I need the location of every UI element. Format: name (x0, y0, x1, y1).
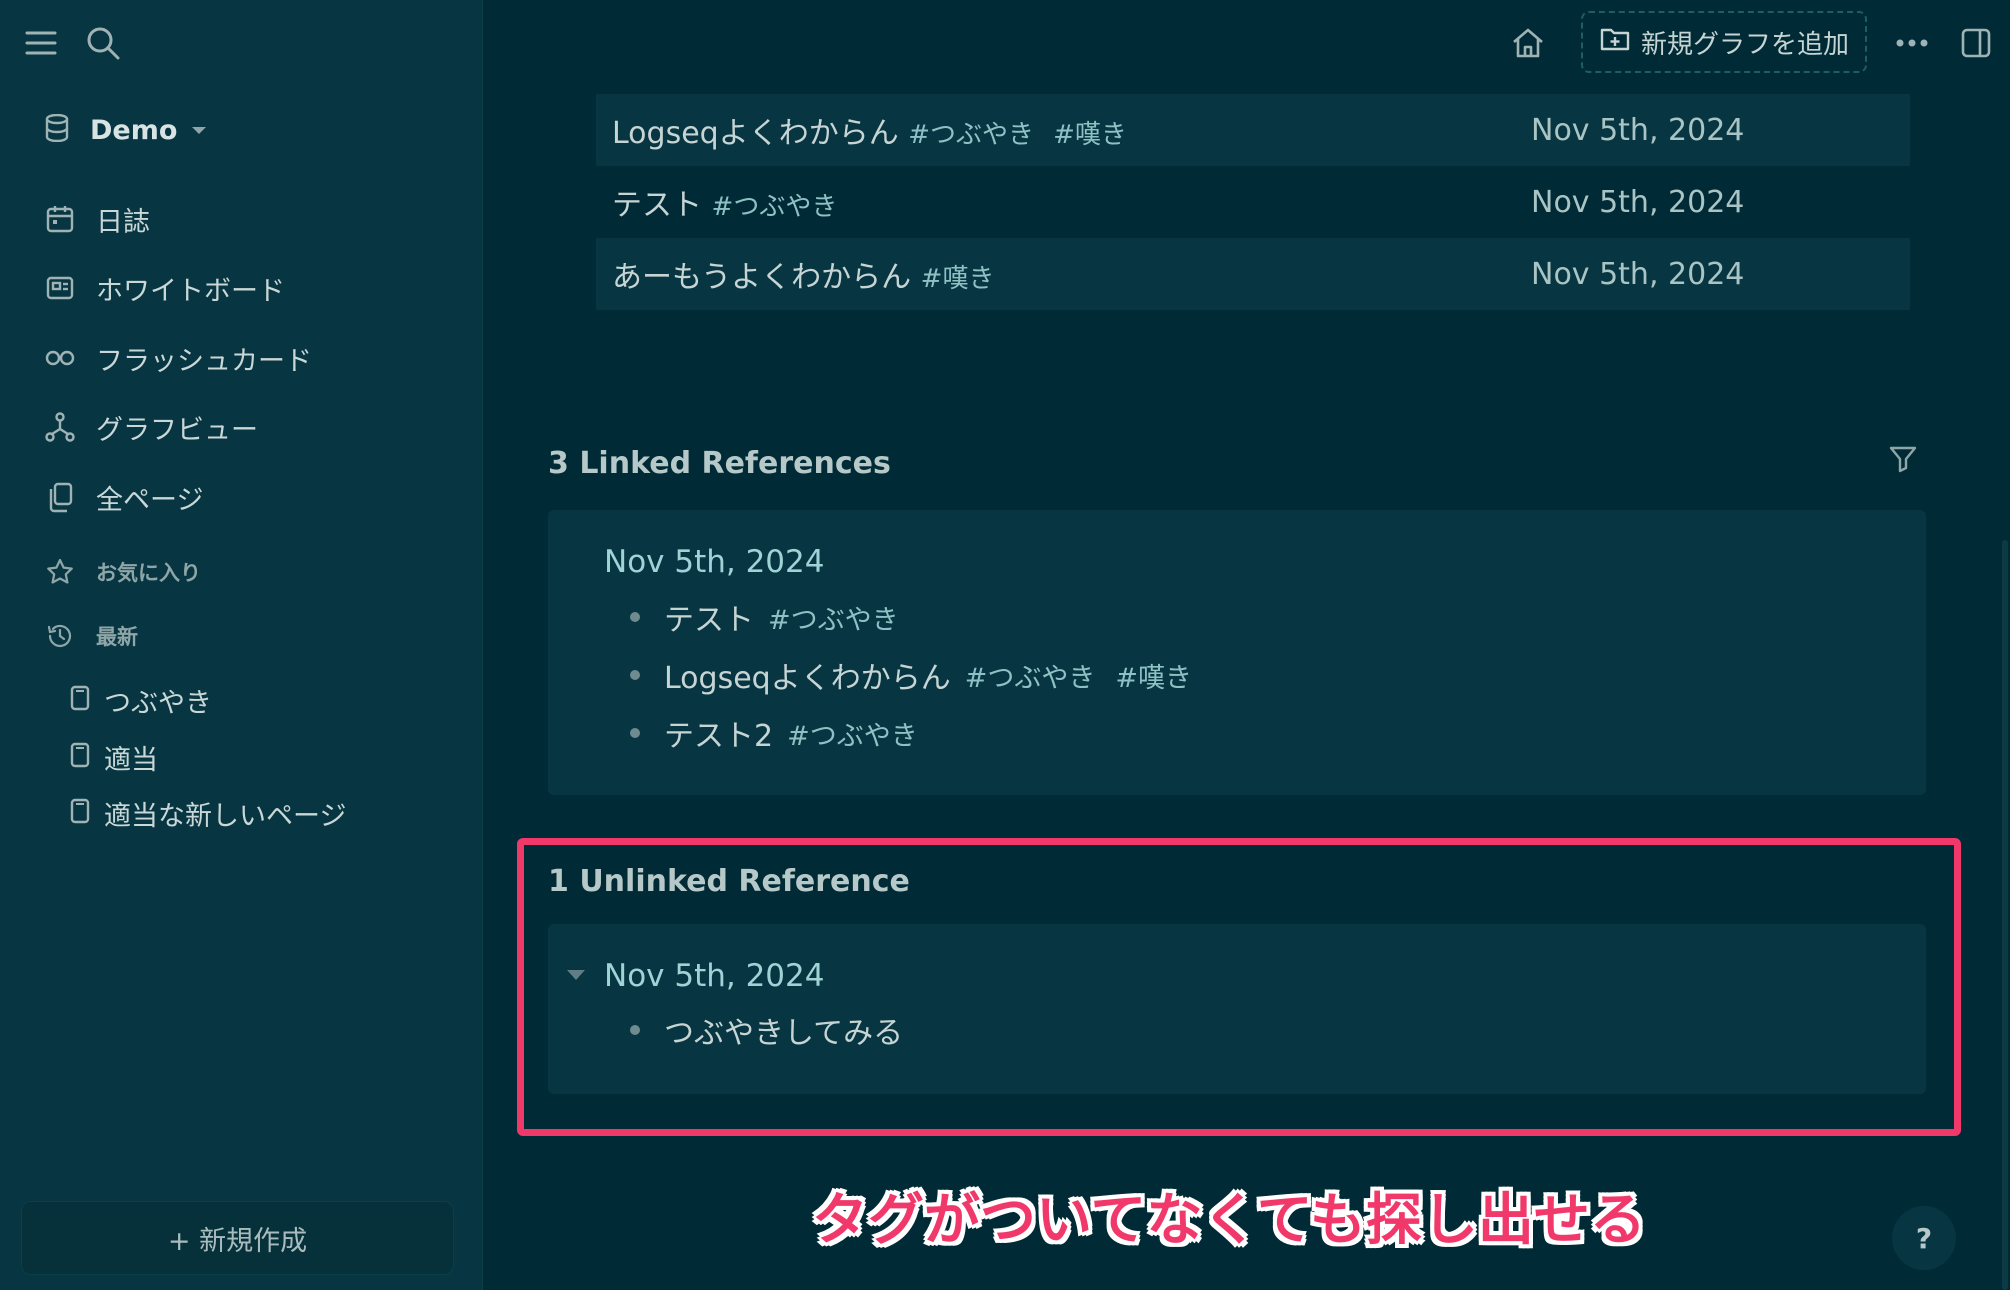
infinity-icon (40, 338, 80, 378)
table-row[interactable]: テスト #つぶやき Nov 5th, 2024 (596, 166, 1910, 238)
scrollbar[interactable] (2002, 540, 2008, 1290)
recent-page-item[interactable]: つぶやき (70, 678, 212, 722)
nav-whiteboards[interactable]: ホワイトボード (40, 263, 285, 313)
nav-label: フラッシュカード (96, 345, 312, 377)
reference-block[interactable]: テスト #つぶやき (630, 593, 899, 641)
graph-icon (40, 407, 80, 447)
tag: #嘆き (920, 264, 995, 294)
whiteboard-icon (40, 268, 80, 308)
nav-label: 全ページ (96, 484, 204, 516)
block-bullet[interactable] (630, 670, 640, 680)
new-page-button[interactable]: + 新規作成 (21, 1201, 454, 1275)
row-title: テスト #つぶやき (612, 188, 838, 223)
row-date: Nov 5th, 2024 (1531, 112, 1745, 148)
block-text: テスト2 (664, 719, 774, 754)
chevron-down-icon (191, 121, 207, 140)
nav-label: 日誌 (96, 206, 150, 238)
calendar-icon (40, 199, 80, 239)
more-icon[interactable] (1889, 20, 1935, 66)
home-icon[interactable] (1505, 20, 1551, 66)
annotation-caption: タグがついてなくても探し出せる (812, 1188, 1646, 1253)
page-icon (70, 798, 90, 828)
page-icon (70, 742, 90, 772)
database-icon (44, 113, 70, 146)
nav-label: グラフビュー (96, 414, 258, 446)
add-graph-label: 新規グラフを追加 (1640, 29, 1849, 60)
menu-icon[interactable] (20, 22, 62, 64)
pages-icon (40, 477, 80, 517)
recent-section[interactable]: 最新 (40, 616, 138, 656)
row-title: あーもうよくわからん #嘆き (612, 260, 995, 295)
folder-plus-icon (1599, 25, 1631, 60)
search-icon[interactable] (82, 22, 124, 64)
nav-flashcards[interactable]: フラッシュカード (40, 333, 312, 383)
block-text: テスト (664, 603, 754, 638)
block-text: Logseqよくわからん (664, 661, 951, 696)
right-sidebar-toggle-icon[interactable] (1953, 20, 1999, 66)
recent-page-label: 適当 (104, 744, 158, 776)
favorites-label: お気に入り (96, 561, 201, 585)
recent-label: 最新 (96, 625, 138, 649)
tag: #嘆き (1053, 120, 1127, 150)
table-row[interactable]: あーもうよくわからん #嘆き Nov 5th, 2024 (596, 238, 1910, 310)
left-sidebar: Demo 日誌 ホワイトボード フラッシュカード グラフビュー 全ページ お気に… (0, 0, 483, 1290)
graph-selector[interactable]: Demo (44, 108, 207, 152)
recent-page-label: つぶやき (104, 687, 212, 719)
tag: #つぶやき (908, 120, 1035, 150)
row-date: Nov 5th, 2024 (1531, 184, 1745, 220)
recent-page-label: 適当な新しいページ (104, 800, 347, 832)
row-title: Logseqよくわからん #つぶやき #嘆き (612, 116, 1127, 151)
tag[interactable]: #嘆き (1115, 656, 1192, 695)
tag[interactable]: #つぶやき (768, 598, 899, 637)
block-bullet[interactable] (630, 728, 640, 738)
nav-graph-view[interactable]: グラフビュー (40, 402, 258, 452)
recent-page-item[interactable]: 適当な新しいページ (70, 791, 346, 835)
highlight-frame (517, 838, 1961, 1136)
table-row[interactable]: Logseqよくわからん #つぶやき #嘆き Nov 5th, 2024 (596, 94, 1910, 166)
filter-icon[interactable] (1880, 436, 1926, 482)
help-button[interactable]: ? (1892, 1206, 1956, 1270)
reference-block[interactable]: Logseqよくわからん #つぶやき #嘆き (630, 651, 1192, 699)
reference-block[interactable]: テスト2 #つぶやき (630, 709, 918, 757)
row-date: Nov 5th, 2024 (1531, 256, 1745, 292)
linked-references-heading[interactable]: 3 Linked References (548, 446, 891, 481)
add-graph-button[interactable]: 新規グラフを追加 (1581, 11, 1867, 73)
page-icon (70, 685, 90, 715)
recent-page-item[interactable]: 適当 (70, 735, 158, 779)
favorites-section[interactable]: お気に入り (40, 552, 201, 592)
history-icon (40, 616, 80, 656)
graph-name: Demo (90, 114, 178, 146)
reference-page-link[interactable]: Nov 5th, 2024 (604, 544, 824, 580)
tag: #つぶやき (711, 192, 838, 222)
nav-journals[interactable]: 日誌 (40, 194, 150, 244)
nav-all-pages[interactable]: 全ページ (40, 472, 203, 522)
tag[interactable]: #つぶやき (965, 656, 1096, 695)
nav-label: ホワイトボード (96, 275, 285, 307)
star-icon (40, 552, 80, 592)
block-bullet[interactable] (630, 612, 640, 622)
tag[interactable]: #つぶやき (787, 714, 918, 753)
